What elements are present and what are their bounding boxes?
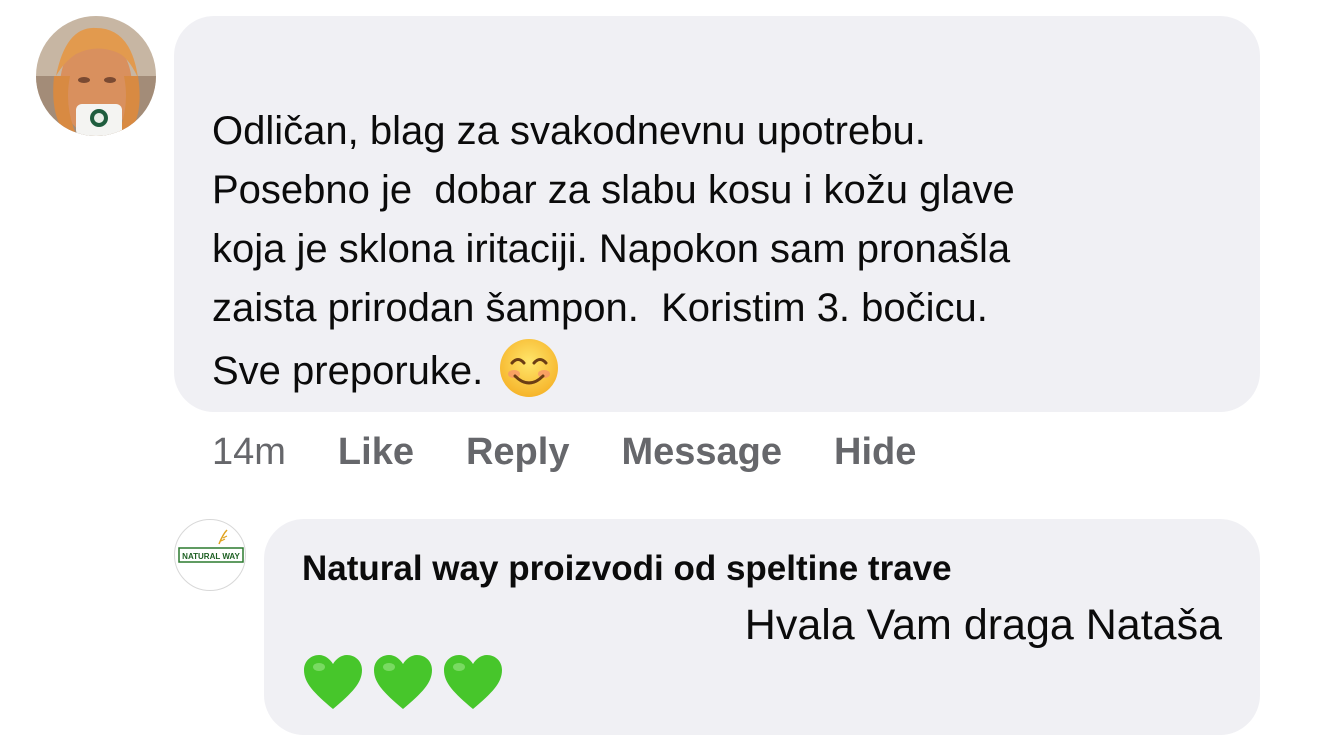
comment-text-line: Sve preporuke. [212,349,484,393]
message-button[interactable]: Message [621,431,782,474]
green-heart-icon [442,653,504,716]
reply-text: Hvala Vam draga Nataša [744,601,1222,649]
comment-text-last-line: Sve preporuke. [212,338,1230,397]
user-avatar[interactable] [36,16,156,136]
svg-text:NATURAL WAY: NATURAL WAY [182,552,240,561]
comment-text-line: Odličan, blag za svakodnevnu upotrebu. [212,109,926,153]
page-avatar[interactable]: NATURAL WAY [174,519,246,591]
green-heart-icon [302,653,364,716]
comment-actions: 14m Like Reply Message Hide [212,428,968,476]
reply-author-name[interactable]: Natural way proizvodi od speltine trave [302,547,952,591]
comment-text-line: zaista prirodan šampon. Koristim 3. boči… [212,286,988,330]
comment-bubble: Odličan, blag za svakodnevnu upotrebu. P… [174,16,1260,412]
reply-bubble: Natural way proizvodi od speltine trave … [264,519,1260,735]
reply-button[interactable]: Reply [466,431,569,474]
comment-text-line: Posebno je dobar za slabu kosu i kožu gl… [212,168,1015,212]
natural-way-logo-icon: NATURAL WAY [178,529,244,563]
comment-text-line: koja je sklona iritaciji. Napokon sam pr… [212,227,1011,271]
like-button[interactable]: Like [338,431,414,474]
comment-timestamp[interactable]: 14m [212,431,286,474]
user-photo-icon [36,16,156,136]
smiling-face-icon [499,338,559,415]
hide-button[interactable]: Hide [834,431,916,474]
reply-emoji-row [302,653,504,716]
green-heart-icon [372,653,434,716]
